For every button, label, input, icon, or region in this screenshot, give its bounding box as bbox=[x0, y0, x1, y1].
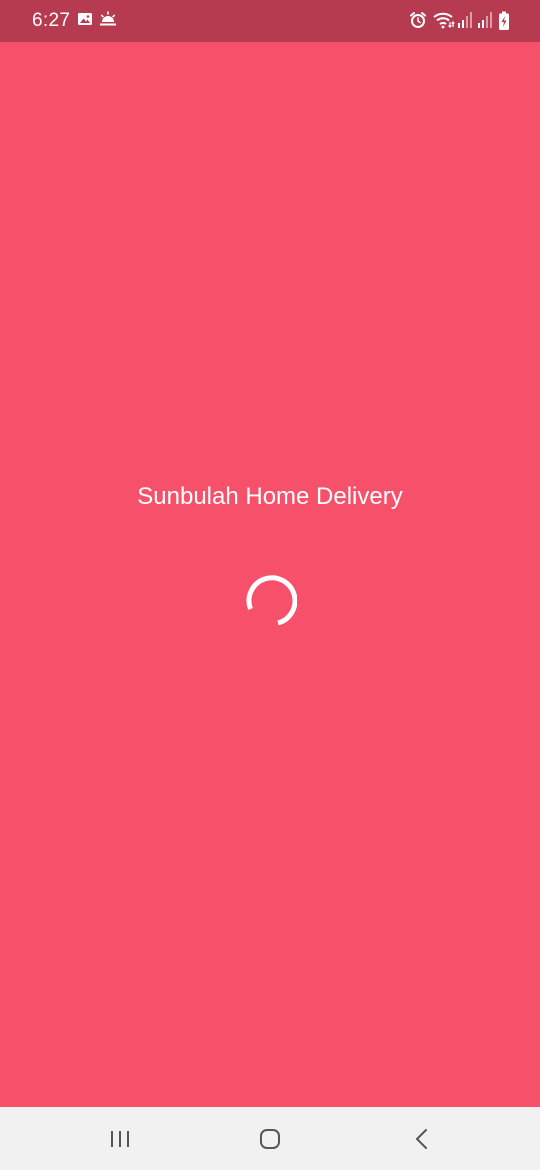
alarm-icon bbox=[409, 11, 427, 31]
signal-icon bbox=[457, 11, 473, 31]
weather-sunrise-icon bbox=[99, 11, 117, 31]
spinner-icon bbox=[243, 574, 298, 628]
home-icon[interactable] bbox=[252, 1121, 288, 1157]
back-icon[interactable] bbox=[404, 1121, 440, 1157]
app-title: Sunbulah Home Delivery bbox=[137, 483, 403, 510]
status-time: 6:27 bbox=[32, 10, 71, 31]
splash-screen: Sunbulah Home Delivery bbox=[0, 42, 540, 1107]
wifi-icon bbox=[433, 11, 455, 31]
image-icon bbox=[77, 11, 93, 31]
battery-charging-icon bbox=[498, 11, 510, 31]
navigation-bar bbox=[0, 1107, 540, 1170]
status-bar: 6:27 bbox=[0, 0, 540, 42]
signal-icon bbox=[477, 11, 493, 31]
recent-apps-icon[interactable] bbox=[102, 1121, 138, 1157]
